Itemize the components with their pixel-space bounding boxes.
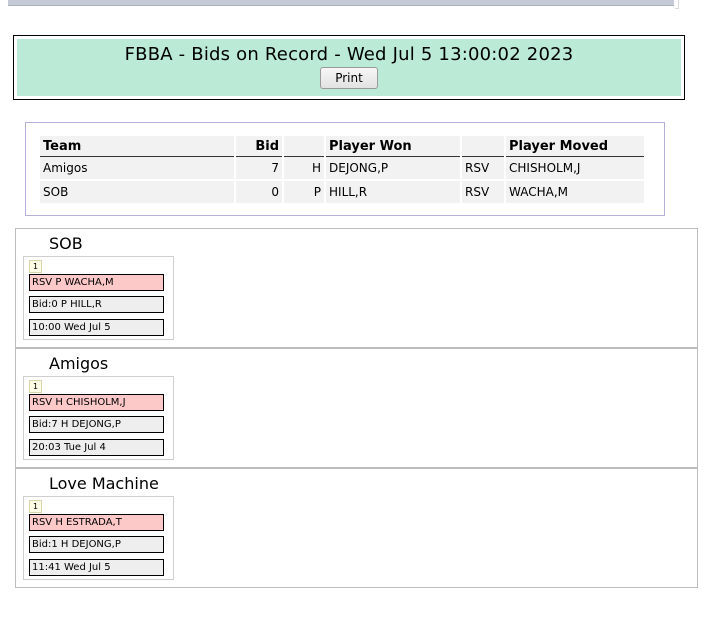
bid-card: 1 RSV H CHISHOLM,J Bid:7 H DEJONG,P 20:0…	[23, 376, 174, 460]
page-header-panel: FBBA - Bids on Record - Wed Jul 5 13:00:…	[17, 39, 681, 96]
bid-number-badge: 1	[29, 380, 42, 393]
team-name: Amigos	[49, 354, 109, 373]
bid-number-badge: 1	[29, 260, 42, 273]
table-row: Amigos 7 H DEJONG,P RSV CHISHOLM,J	[40, 157, 644, 181]
bids-summary-panel: Team Bid Player Won Player Moved Amigos …	[25, 122, 665, 216]
cell-bid: 7	[236, 157, 282, 181]
reserve-move-line: RSV P WACHA,M	[29, 274, 164, 291]
team-name: SOB	[49, 234, 83, 253]
bid-line: Bid:1 H DEJONG,P	[29, 536, 164, 553]
cell-bid: 0	[236, 181, 282, 205]
table-header-row: Team Bid Player Won Player Moved	[40, 136, 644, 157]
bids-summary-table: Team Bid Player Won Player Moved Amigos …	[38, 136, 646, 205]
reserve-move-line: RSV H ESTRADA,T	[29, 514, 164, 531]
bid-time-line: 11:41 Wed Jul 5	[29, 559, 164, 576]
bid-card: 1 RSV H ESTRADA,T Bid:1 H DEJONG,P 11:41…	[23, 496, 174, 580]
cell-move-type: RSV	[462, 157, 504, 181]
print-button[interactable]: Print	[320, 67, 378, 89]
cell-position: P	[284, 181, 324, 205]
column-header-player-moved: Player Moved	[506, 136, 644, 157]
reserve-move-line: RSV H CHISHOLM,J	[29, 394, 164, 411]
column-header-team: Team	[40, 136, 234, 157]
team-block-love-machine: Love Machine 1 RSV H ESTRADA,T Bid:1 H D…	[15, 468, 698, 588]
bid-time-line: 10:00 Wed Jul 5	[29, 319, 164, 336]
page-header: FBBA - Bids on Record - Wed Jul 5 13:00:…	[13, 35, 685, 100]
column-header-bid: Bid	[236, 136, 282, 157]
bid-line: Bid:0 P HILL,R	[29, 296, 164, 313]
cell-team: SOB	[40, 181, 234, 205]
cell-team: Amigos	[40, 157, 234, 181]
cell-player-moved: CHISHOLM,J	[506, 157, 644, 181]
cell-position: H	[284, 157, 324, 181]
column-header-position	[284, 136, 324, 157]
bid-card: 1 RSV P WACHA,M Bid:0 P HILL,R 10:00 Wed…	[23, 256, 174, 340]
cell-player-won: DEJONG,P	[326, 157, 460, 181]
bid-time-line: 20:03 Tue Jul 4	[29, 439, 164, 456]
cell-move-type: RSV	[462, 181, 504, 205]
column-header-player-won: Player Won	[326, 136, 460, 157]
bid-number-badge: 1	[29, 500, 42, 513]
bid-line: Bid:7 H DEJONG,P	[29, 416, 164, 433]
table-row: SOB 0 P HILL,R RSV WACHA,M	[40, 181, 644, 205]
top-frame-strip	[8, 0, 674, 6]
cell-player-moved: WACHA,M	[506, 181, 644, 205]
cell-player-won: HILL,R	[326, 181, 460, 205]
column-header-move-type	[462, 136, 504, 157]
top-frame-edge	[675, 0, 679, 9]
page-title: FBBA - Bids on Record - Wed Jul 5 13:00:…	[124, 44, 574, 65]
team-block-amigos: Amigos 1 RSV H CHISHOLM,J Bid:7 H DEJONG…	[15, 348, 698, 468]
team-name: Love Machine	[49, 474, 159, 493]
team-block-sob: SOB 1 RSV P WACHA,M Bid:0 P HILL,R 10:00…	[15, 228, 698, 348]
